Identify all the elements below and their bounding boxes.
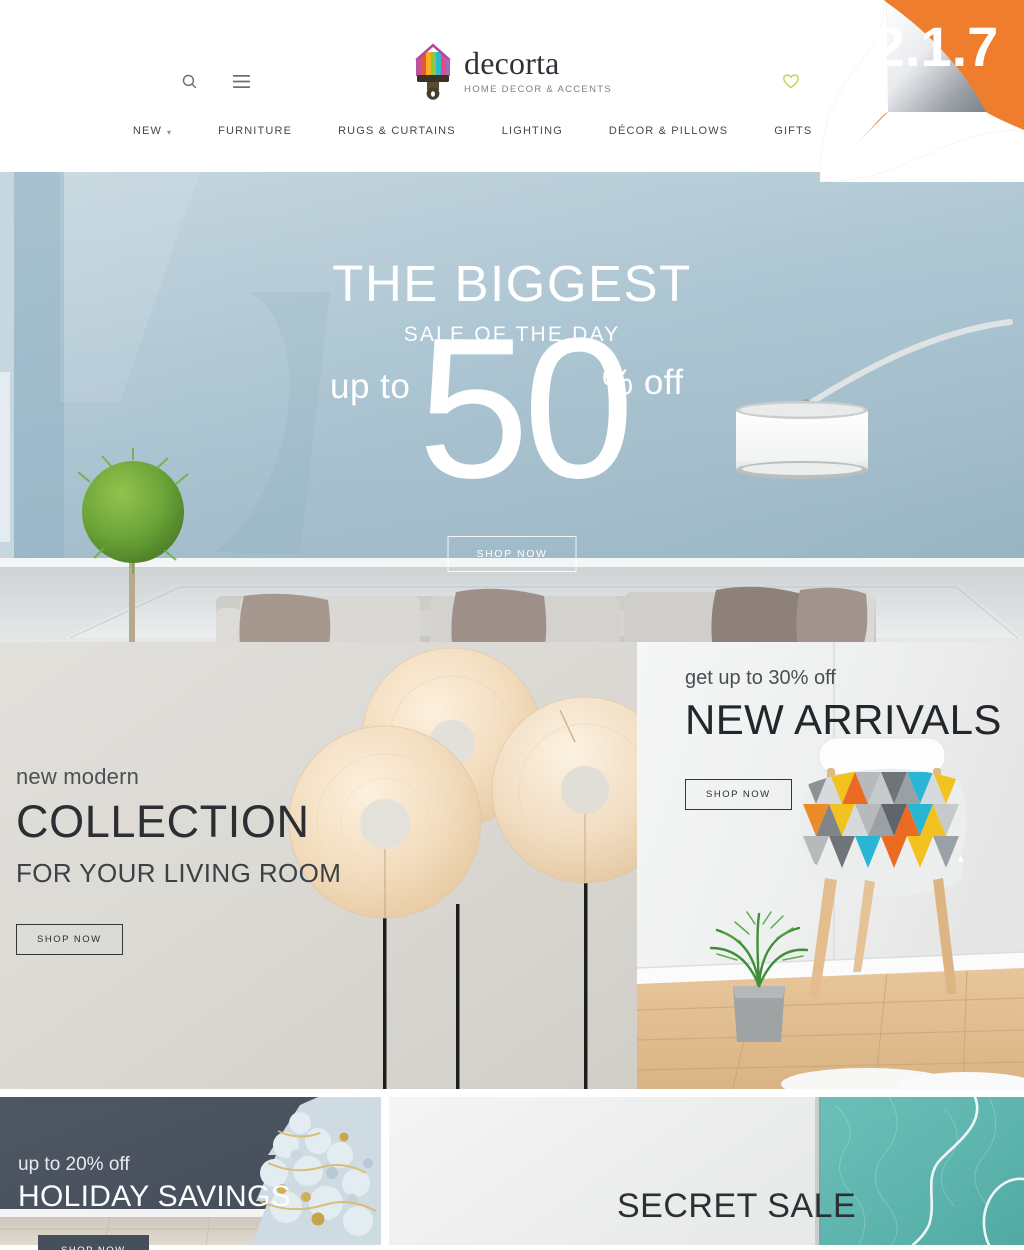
banner-new-arrivals[interactable]: get up to 30% off NEW ARRIVALS SHOP NOW: [637, 642, 1024, 1089]
nav-item-new[interactable]: NEW ▾: [110, 125, 195, 137]
arrivals-eyebrow: get up to 30% off: [685, 667, 836, 689]
arrivals-title: NEW ARRIVALS: [685, 696, 1002, 743]
nav-item-furniture[interactable]: FURNITURE: [195, 125, 315, 137]
hero-shop-now-button[interactable]: SHOP NOW: [447, 536, 577, 572]
holiday-text-block: up to 20% off HOLIDAY SAVINGS: [18, 1154, 291, 1214]
paintbrush-house-logo-icon: [412, 42, 454, 100]
nav-item-rugs-curtains[interactable]: RUGS & CURTAINS: [315, 125, 479, 137]
arrivals-shop-now-button[interactable]: SHOP NOW: [685, 779, 792, 810]
banner-collection[interactable]: new modern COLLECTION FOR YOUR LIVING RO…: [0, 642, 637, 1089]
holiday-title: HOLIDAY SAVINGS: [18, 1180, 291, 1213]
nav-item-lighting[interactable]: LIGHTING: [479, 125, 586, 137]
site-logo[interactable]: decorta HOME DECOR & ACCENTS: [412, 42, 612, 100]
site-header: decorta HOME DECOR & ACCENTS NEW ▾ FURNI…: [0, 0, 1024, 172]
header-top-bar: decorta HOME DECOR & ACCENTS: [0, 0, 1024, 120]
nav-item-gifts[interactable]: GIFTS: [751, 125, 835, 137]
collection-subtitle: FOR YOUR LIVING ROOM: [16, 858, 342, 888]
main-navigation: NEW ▾ FURNITURE RUGS & CURTAINS LIGHTING…: [0, 120, 1024, 172]
header-right-actions: [780, 70, 854, 92]
banner-holiday-savings[interactable]: up to 20% off HOLIDAY SAVINGS: [0, 1097, 381, 1245]
nav-item-sale[interactable]: SALE: [835, 125, 914, 137]
homepage: decorta HOME DECOR & ACCENTS NEW ▾ FURNI…: [0, 0, 1024, 1250]
banner-secret-sale[interactable]: SECRET SALE: [389, 1097, 1024, 1245]
logo-container: decorta HOME DECOR & ACCENTS: [0, 42, 1024, 100]
collection-eyebrow: new modern: [16, 764, 140, 789]
heart-icon[interactable]: [780, 70, 802, 92]
chevron-down-icon: ▾: [166, 127, 173, 137]
promo-row-secondary: up to 20% off HOLIDAY SAVINGS SECRET SAL…: [0, 1097, 1024, 1245]
collection-text-block: new modern COLLECTION FOR YOUR LIVING RO…: [16, 764, 341, 955]
collection-title: COLLECTION: [16, 796, 310, 847]
collection-shop-now-button[interactable]: SHOP NOW: [16, 924, 123, 955]
logo-name: decorta: [464, 45, 560, 82]
shopping-cart-icon[interactable]: [832, 70, 854, 92]
nav-label: NEW: [132, 125, 162, 137]
nav-item-decor-pillows[interactable]: DÉCOR & PILLOWS: [586, 125, 751, 137]
holiday-eyebrow: up to 20% off: [18, 1154, 130, 1175]
promo-row-primary: new modern COLLECTION FOR YOUR LIVING RO…: [0, 642, 1024, 1089]
logo-tagline: HOME DECOR & ACCENTS: [464, 84, 612, 96]
secret-sale-title: SECRET SALE: [617, 1187, 857, 1225]
holiday-shop-now-button[interactable]: SHOP NOW: [38, 1235, 149, 1250]
arrivals-text-block: get up to 30% off NEW ARRIVALS SHOP NOW: [685, 667, 1002, 810]
